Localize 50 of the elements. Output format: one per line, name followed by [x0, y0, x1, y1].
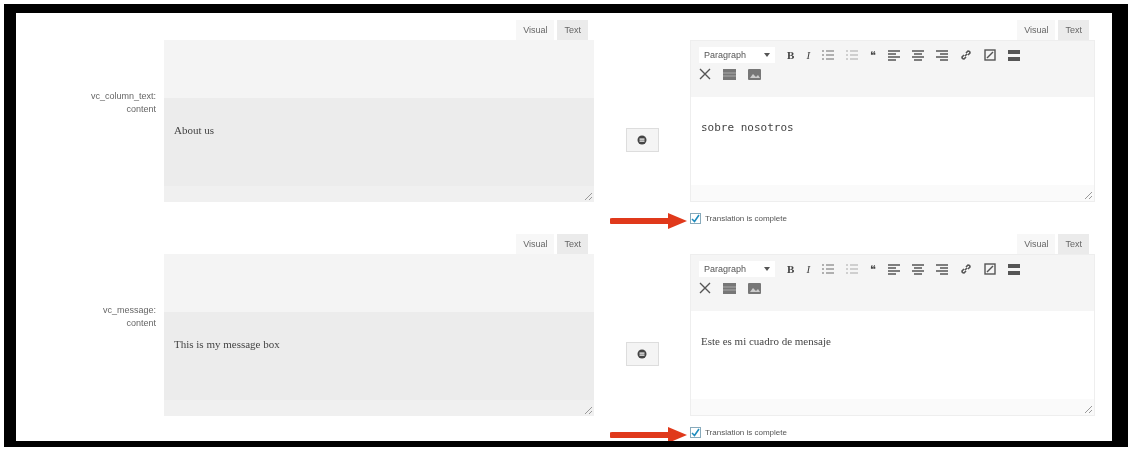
- editor-tab[interactable]: Visual: [516, 20, 555, 40]
- bold-button[interactable]: B: [787, 49, 795, 61]
- source-text: About us: [174, 124, 215, 136]
- editor-tab[interactable]: Visual: [1017, 20, 1056, 40]
- resize-grip-icon[interactable]: [585, 193, 592, 200]
- field-label: vc_column_text: content: [89, 90, 156, 116]
- resize-grip-icon[interactable]: [1085, 406, 1092, 413]
- copy-button[interactable]: [625, 342, 659, 366]
- checkbox-label: Translation is complete: [705, 213, 787, 223]
- editor-tab[interactable]: Text: [1058, 234, 1089, 254]
- italic-button[interactable]: I: [806, 263, 811, 275]
- align-left-icon[interactable]: [888, 263, 901, 275]
- align-right-icon[interactable]: [936, 49, 949, 61]
- resize-grip-icon[interactable]: [585, 407, 592, 414]
- bullet-list-icon[interactable]: [822, 264, 835, 274]
- editor-tab[interactable]: Text: [557, 234, 588, 254]
- image-icon[interactable]: [748, 68, 761, 80]
- fullscreen-icon[interactable]: [699, 282, 711, 294]
- fullscreen-icon[interactable]: [699, 68, 711, 80]
- editor-tab[interactable]: Text: [1058, 20, 1089, 40]
- format-select[interactable]: Paragraph: [699, 261, 776, 277]
- complete-checkbox[interactable]: [690, 426, 701, 438]
- translation-text: Este es mi cuadro de mensaje: [701, 335, 831, 347]
- align-center-icon[interactable]: [912, 49, 925, 61]
- copy-button[interactable]: [625, 128, 659, 152]
- dropdown-caret-icon: [764, 53, 771, 57]
- link-icon[interactable]: [960, 49, 973, 61]
- blockquote-button[interactable]: ❝: [870, 262, 877, 276]
- editor-tab[interactable]: Visual: [516, 234, 555, 254]
- resize-grip-icon[interactable]: [1085, 192, 1092, 199]
- align-left-icon[interactable]: [888, 49, 901, 61]
- copy-icon: [637, 135, 647, 145]
- checkbox-label: Translation is complete: [705, 427, 787, 437]
- editor-tab[interactable]: Text: [557, 20, 588, 40]
- italic-button[interactable]: I: [806, 49, 811, 61]
- field-label: vc_message: content: [101, 304, 156, 330]
- editor-tab[interactable]: Visual: [1017, 234, 1056, 254]
- blockquote-button[interactable]: ❝: [870, 48, 877, 62]
- dropdown-caret-icon: [764, 267, 771, 271]
- align-right-icon[interactable]: [936, 263, 949, 275]
- align-center-icon[interactable]: [912, 263, 925, 275]
- bold-button[interactable]: B: [787, 263, 795, 275]
- complete-checkbox[interactable]: [690, 212, 701, 224]
- format-select[interactable]: Paragraph: [699, 47, 776, 63]
- bullet-list-icon[interactable]: [822, 50, 835, 60]
- translation-text: sobre nosotros: [701, 121, 794, 134]
- source-text: This is my message box: [174, 338, 280, 350]
- copy-icon: [637, 349, 647, 359]
- link-icon[interactable]: [960, 263, 973, 275]
- image-icon[interactable]: [748, 282, 761, 294]
